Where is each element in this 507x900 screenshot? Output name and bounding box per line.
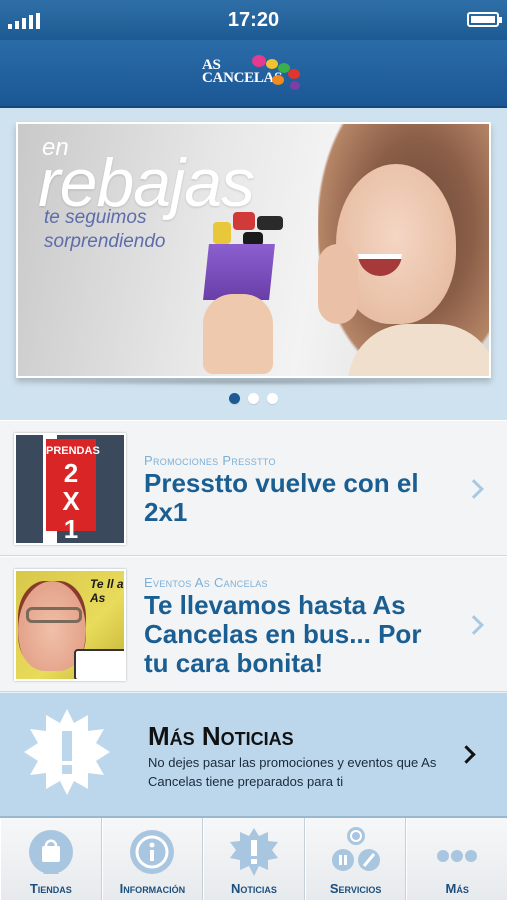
promo-banner[interactable]: en rebajas te seguimos sorprendiendo xyxy=(16,122,491,378)
news-title: Presstto vuelve con el 2x1 xyxy=(144,468,419,527)
logo-line-2: CANCELAS xyxy=(202,70,283,86)
more-news-title: Más Noticias xyxy=(148,721,294,751)
burst-exclamation-icon xyxy=(24,709,110,795)
more-dots-icon xyxy=(437,850,478,862)
news-category: Eventos As Cancelas xyxy=(144,575,268,590)
as-cancelas-logo[interactable]: AS CANCELAS xyxy=(202,53,312,97)
news-thumbnail: PRENDAS 2 X 1 xyxy=(14,433,126,545)
info-icon xyxy=(130,830,175,874)
tab-label: Más xyxy=(445,881,469,896)
news-thumbnail: Te ll a As xyxy=(14,569,126,681)
pager-dot-3[interactable] xyxy=(267,393,278,404)
status-bar: 17:20 xyxy=(0,0,507,40)
pager-dot-2[interactable] xyxy=(248,393,259,404)
tab-label: Noticias xyxy=(231,881,277,896)
tab-mas[interactable]: Más xyxy=(406,818,507,900)
news-title: Te llevamos hasta As Cancelas en bus... … xyxy=(144,590,422,678)
chevron-right-icon xyxy=(457,745,476,764)
bus-image xyxy=(74,649,124,679)
chevron-right-icon xyxy=(464,615,484,635)
services-icon xyxy=(331,827,380,871)
tab-label: Servicios xyxy=(329,881,382,896)
tab-bar: Tiendas Información Noticias Servicios M… xyxy=(0,816,507,900)
more-news-row[interactable]: Más Noticias No dejes pasar las promocio… xyxy=(0,692,507,816)
more-news-description: No dejes pasar las promociones y eventos… xyxy=(148,755,437,789)
tab-tiendas[interactable]: Tiendas xyxy=(0,818,102,900)
pager-dot-1[interactable] xyxy=(229,393,240,404)
tab-informacion[interactable]: Información xyxy=(101,818,204,900)
chevron-right-icon xyxy=(464,479,484,499)
status-time: 17:20 xyxy=(227,9,280,31)
carousel-pager[interactable] xyxy=(0,393,507,404)
battery-icon xyxy=(467,12,502,27)
news-item[interactable]: Te ll a As Eventos As Cancelas Te llevam… xyxy=(0,556,507,692)
tab-label: Información xyxy=(119,881,186,896)
tab-servicios[interactable]: Servicios xyxy=(304,818,407,900)
banner-subtitle: te seguimos sorprendiendo xyxy=(44,207,166,252)
nav-bar: AS CANCELAS xyxy=(0,40,507,108)
news-item[interactable]: PRENDAS 2 X 1 Promociones Presstto Press… xyxy=(0,420,507,556)
banner-area: en rebajas te seguimos sorprendiendo xyxy=(0,108,507,420)
prendas-tag-image: PRENDAS 2 X 1 xyxy=(46,439,100,542)
burst-exclamation-icon xyxy=(229,828,278,876)
tab-label: Tiendas xyxy=(29,881,72,896)
shopping-bag-icon xyxy=(28,830,73,874)
news-category: Promociones Presstto xyxy=(144,453,276,468)
tab-noticias[interactable]: Noticias xyxy=(203,818,305,900)
